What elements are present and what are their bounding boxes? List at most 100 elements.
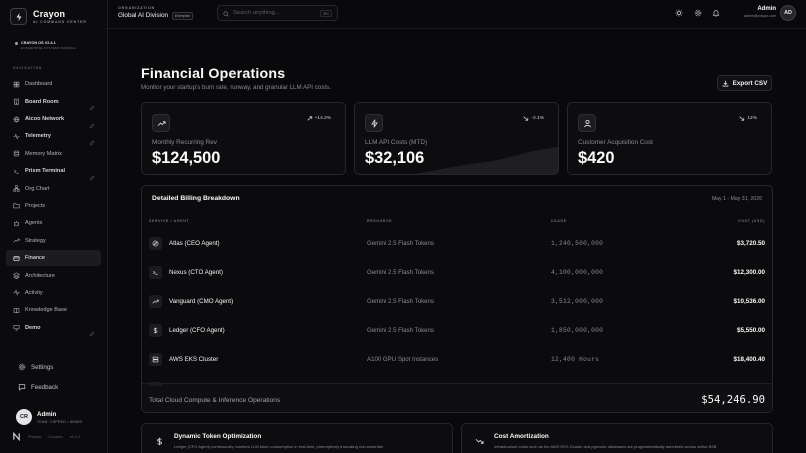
system-status: CRAYON OS V2.4.1 ENTERPRISE SYSTEMS NOMI… xyxy=(15,41,77,50)
sidebar-item-architecture[interactable]: Architecture xyxy=(6,267,101,284)
globe-icon xyxy=(12,115,20,123)
privacy-link[interactable]: Privacy xyxy=(28,434,41,439)
row-resource: Gemini 2.5 Flash Tokens xyxy=(367,327,434,334)
metric-card-llm-costs: -2.1% LLM API Costs (MTD) $32,106 xyxy=(354,102,559,175)
monitor-icon xyxy=(12,324,20,332)
org-icon xyxy=(12,185,20,193)
sidebar-item-label: Org Chart xyxy=(25,185,50,192)
insight-title: Dynamic Token Optimization xyxy=(174,433,262,440)
sidebar-item-dashboard[interactable]: Dashboard xyxy=(6,76,101,93)
sidebar-item-telemetry[interactable]: Telemetry xyxy=(6,128,101,146)
sidebar-item-strategy[interactable]: Strategy xyxy=(6,233,101,250)
sidebar-item-board-room[interactable]: Board Room xyxy=(6,93,101,111)
activity-icon xyxy=(12,289,20,297)
sidebar-item-demo[interactable]: Demo xyxy=(6,319,101,337)
sidebar-item-label: Projects xyxy=(25,202,46,209)
page-subtitle: Monitor your startup's burn rate, runway… xyxy=(141,84,331,91)
sidebar-item-activity[interactable]: Activity xyxy=(6,285,101,302)
row-usage: 3,512,000,000 xyxy=(551,298,604,305)
insight-text: Ledger (CFO Agent) continuously monitors… xyxy=(174,444,383,449)
user-name: Admin xyxy=(37,410,57,418)
row-cost: $3,720.50 xyxy=(736,240,765,247)
sidebar-item-aicoo-network[interactable]: Aicoo Network xyxy=(6,111,101,129)
row-service: AWS EKS Cluster xyxy=(169,356,219,363)
os-version: CRAYON OS V2.4.1 xyxy=(21,41,56,45)
table-row[interactable]: AWS EKS Cluster A100 GPU Spot Instances 12… xyxy=(142,347,772,376)
metric-card-cac: 12% Customer Acquisition Cost $420 xyxy=(567,102,772,175)
sidebar-item-label: Architecture xyxy=(25,272,55,279)
terminal-icon xyxy=(149,266,162,279)
trend-icon xyxy=(149,295,162,308)
arrow-down-right-icon xyxy=(739,116,745,121)
users-icon xyxy=(578,114,596,132)
avatar[interactable]: AD xyxy=(780,5,796,21)
bell-icon[interactable] xyxy=(711,8,721,18)
sidebar-bottom: Settings Feedback xyxy=(6,358,101,398)
bot-icon xyxy=(12,219,20,227)
sidebar-item-feedback[interactable]: Feedback xyxy=(6,378,101,396)
dollar-icon xyxy=(151,433,167,449)
n-logo-icon xyxy=(11,431,21,441)
table-row[interactable]: Atlas (CEO Agent) Gemini 2.5 Flash Tokens… xyxy=(142,231,772,260)
sidebar-item-org-chart[interactable]: Org Chart xyxy=(6,180,101,197)
table-row[interactable]: Ledger (CFO Agent) Gemini 2.5 Flash Token… xyxy=(142,318,772,347)
sidebar-item-label: Agents xyxy=(25,220,43,227)
row-usage: 12,400 Hours xyxy=(551,356,600,363)
brand[interactable]: Crayon AI COMMAND CENTER xyxy=(10,8,87,25)
export-csv-button[interactable]: Export CSV xyxy=(717,75,772,91)
sidebar-item-label: Board Room xyxy=(25,98,59,105)
row-service: Vanguard (CMO Agent) xyxy=(169,298,234,305)
sidebar-item-memory-matrix[interactable]: Memory Matrix xyxy=(6,146,101,163)
insight-text: Infrastructure costs such as the AWS EKS… xyxy=(494,444,717,449)
gear-icon[interactable] xyxy=(693,8,703,18)
metric-value: $124,500 xyxy=(152,149,221,167)
sidebar-item-prism-terminal[interactable]: Prism Terminal xyxy=(6,163,101,181)
version-label: v0.4.1 xyxy=(69,433,81,439)
cookies-link[interactable]: Cookies xyxy=(48,434,62,439)
row-resource: A100 GPU Spot Instances xyxy=(367,356,439,363)
status-dot xyxy=(15,41,18,45)
sidebar-item-finance[interactable]: Finance xyxy=(6,249,101,267)
sidebar-footer: Privacy Cookies v0.4.1 xyxy=(11,431,80,441)
download-icon xyxy=(722,74,729,92)
search-icon xyxy=(223,4,229,22)
table-row[interactable]: Nexus (CTO Agent) Gemini 2.5 Flash Tokens… xyxy=(142,260,772,289)
sidebar-item-knowledge-base[interactable]: Knowledge Base xyxy=(6,302,101,319)
metric-value: $32,106 xyxy=(365,149,425,167)
book-icon xyxy=(12,306,20,314)
sidebar-item-agents[interactable]: Agents xyxy=(6,215,101,232)
search-input[interactable] xyxy=(233,10,323,16)
user-profile[interactable]: CR Admin TEAM: CSPRED • ADMIN xyxy=(16,409,82,425)
date-range[interactable]: May 1 - May 31, 2026 xyxy=(712,196,762,202)
message-icon xyxy=(18,383,26,391)
sidebar-item-projects[interactable]: Projects xyxy=(6,198,101,215)
admin-email: admin@crayon.com xyxy=(743,14,776,18)
total-value: $54,246.90 xyxy=(701,394,765,406)
sidebar-item-label: Settings xyxy=(31,363,54,371)
wallet-icon xyxy=(12,254,20,262)
database-icon xyxy=(12,150,20,158)
sun-icon[interactable] xyxy=(674,8,684,18)
metric-label: LLM API Costs (MTD) xyxy=(365,139,428,146)
sidebar-item-label: Strategy xyxy=(25,237,46,244)
row-service: Nexus (CTO Agent) xyxy=(169,269,223,276)
table-row[interactable]: Vanguard (CMO Agent) Gemini 2.5 Flash Tok… xyxy=(142,289,772,318)
column-header-service: SERVICE / AGENT xyxy=(149,219,190,223)
org-label: ORGANIZATION xyxy=(118,6,156,10)
org-badge: Enterprise xyxy=(172,12,194,20)
delta-badge: 12% xyxy=(739,116,757,121)
link-icon[interactable] xyxy=(89,324,95,342)
org-name[interactable]: Global AI Division xyxy=(118,12,168,19)
compass-icon xyxy=(149,237,162,250)
sidebar-item-label: Knowledge Base xyxy=(25,307,67,314)
server-icon xyxy=(149,353,162,366)
row-usage: 1,850,000,000 xyxy=(551,327,604,334)
dollar-icon xyxy=(149,324,162,337)
sidebar-nav: Dashboard Board Room Aicoo Network Telemetr… xyxy=(6,76,101,337)
search-box[interactable]: ⌘K xyxy=(217,5,338,21)
sidebar-item-settings[interactable]: Settings xyxy=(6,358,101,376)
row-resource: Gemini 2.5 Flash Tokens xyxy=(367,298,434,305)
sidebar-item-label: Telemetry xyxy=(25,133,52,140)
metric-label: Customer Acquisition Cost xyxy=(578,139,653,146)
zap-icon xyxy=(365,114,383,132)
